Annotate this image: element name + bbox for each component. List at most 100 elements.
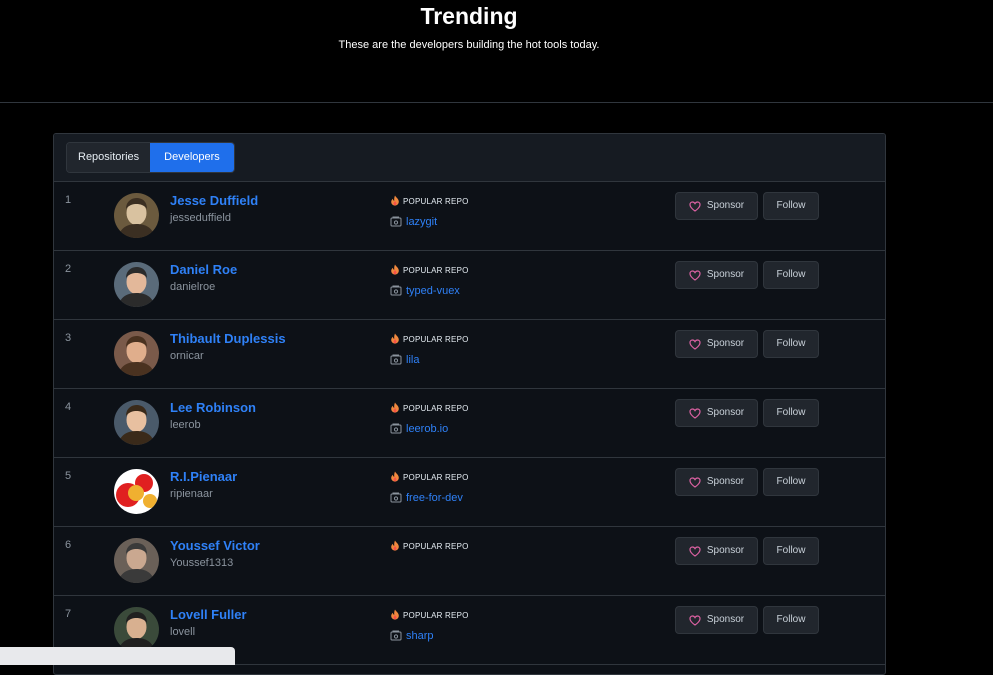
page-subtitle: These are the developers building the ho…	[338, 39, 600, 51]
repo-icon	[390, 354, 402, 365]
heart-icon	[689, 269, 701, 281]
repo-link[interactable]: free-for-dev	[390, 492, 463, 504]
box-header: Repositories Developers	[54, 134, 885, 182]
popular-repo-text: POPULAR REPO	[403, 404, 469, 413]
sponsor-button[interactable]: Sponsor	[675, 192, 758, 220]
follow-button[interactable]: Follow	[763, 606, 819, 634]
developer-login: jesseduffield	[170, 212, 231, 224]
sponsor-button[interactable]: Sponsor	[675, 399, 758, 427]
avatar[interactable]	[114, 400, 159, 445]
follow-button[interactable]: Follow	[763, 468, 819, 496]
trending-box: Repositories Developers 1 Jesse Duffield…	[53, 133, 886, 675]
avatar[interactable]	[114, 469, 159, 514]
follow-label: Follow	[776, 338, 806, 349]
developer-list: 1 Jesse Duffield jesseduffield POPULAR R…	[54, 182, 885, 665]
repo-icon	[390, 492, 402, 503]
follow-label: Follow	[776, 545, 806, 556]
fire-icon	[390, 402, 400, 415]
developer-row: 3 Thibault Duplessis ornicar POPULAR REP…	[54, 320, 885, 389]
popular-repo-text: POPULAR REPO	[403, 266, 469, 275]
popular-repo-label: POPULAR REPO	[390, 264, 469, 277]
heart-icon	[689, 407, 701, 419]
sponsor-button[interactable]: Sponsor	[675, 537, 758, 565]
popular-repo-text: POPULAR REPO	[403, 335, 469, 344]
rank-number: 1	[65, 194, 72, 206]
popular-repo-text: POPULAR REPO	[403, 611, 469, 620]
heart-icon	[689, 200, 701, 212]
sponsor-label: Sponsor	[706, 407, 745, 418]
tab-repositories[interactable]: Repositories	[67, 143, 151, 172]
developer-name-link[interactable]: Youssef Victor	[170, 538, 260, 553]
sponsor-label: Sponsor	[706, 476, 745, 487]
popular-repo-label: POPULAR REPO	[390, 402, 469, 415]
sponsor-button[interactable]: Sponsor	[675, 330, 758, 358]
popular-repo-label: POPULAR REPO	[390, 540, 469, 553]
popular-repo-text: POPULAR REPO	[403, 542, 469, 551]
developer-name-link[interactable]: Thibault Duplessis	[170, 331, 286, 346]
bottom-overlay-bar	[0, 647, 235, 665]
fire-icon	[390, 609, 400, 622]
rank-number: 2	[65, 263, 72, 275]
popular-repo-label: POPULAR REPO	[390, 609, 469, 622]
repo-link[interactable]: leerob.io	[390, 423, 448, 435]
follow-label: Follow	[776, 200, 806, 211]
developer-row: 1 Jesse Duffield jesseduffield POPULAR R…	[54, 182, 885, 251]
follow-button[interactable]: Follow	[763, 330, 819, 358]
rank-number: 3	[65, 332, 72, 344]
avatar[interactable]	[114, 538, 159, 583]
follow-button[interactable]: Follow	[763, 399, 819, 427]
developer-login: ripienaar	[170, 488, 213, 500]
repo-icon	[390, 285, 402, 296]
popular-repo-label: POPULAR REPO	[390, 333, 469, 346]
repo-link[interactable]: lila	[390, 354, 419, 366]
rank-number: 6	[65, 539, 72, 551]
sponsor-button[interactable]: Sponsor	[675, 468, 758, 496]
follow-label: Follow	[776, 614, 806, 625]
repo-icon	[390, 630, 402, 641]
developer-login: ornicar	[170, 350, 204, 362]
heart-icon	[689, 476, 701, 488]
sponsor-label: Sponsor	[706, 545, 745, 556]
repo-name: lila	[406, 354, 420, 366]
developer-row: 5 R.I.Pienaar ripienaar POPULAR REPO fre…	[54, 458, 885, 527]
avatar[interactable]	[114, 331, 159, 376]
follow-button[interactable]: Follow	[763, 192, 819, 220]
developer-name-link[interactable]: Jesse Duffield	[170, 193, 258, 208]
tab-group: Repositories Developers	[66, 142, 235, 173]
sponsor-button[interactable]: Sponsor	[675, 606, 758, 634]
developer-login: lovell	[170, 626, 196, 638]
fire-icon	[390, 471, 400, 484]
rank-number: 7	[65, 608, 72, 620]
popular-repo-text: POPULAR REPO	[403, 473, 469, 482]
repo-link[interactable]: typed-vuex	[390, 285, 460, 297]
developer-login: danielroe	[170, 281, 216, 293]
sponsor-label: Sponsor	[706, 269, 745, 280]
repo-link[interactable]: sharp	[390, 630, 434, 642]
repo-name: lazygit	[406, 216, 438, 228]
repo-name: sharp	[406, 630, 434, 642]
developer-login: Youssef1313	[170, 557, 234, 569]
heart-icon	[689, 614, 701, 626]
sponsor-label: Sponsor	[706, 338, 745, 349]
developer-name-link[interactable]: R.I.Pienaar	[170, 469, 237, 484]
follow-label: Follow	[776, 269, 806, 280]
follow-button[interactable]: Follow	[763, 537, 819, 565]
sponsor-label: Sponsor	[706, 614, 745, 625]
developer-row: 4 Lee Robinson leerob POPULAR REPO leero…	[54, 389, 885, 458]
repo-link[interactable]: lazygit	[390, 216, 437, 228]
developer-name-link[interactable]: Lee Robinson	[170, 400, 256, 415]
developer-row: 6 Youssef Victor Youssef1313 POPULAR REP…	[54, 527, 885, 596]
repo-icon	[390, 216, 402, 227]
developer-name-link[interactable]: Daniel Roe	[170, 262, 237, 277]
tab-developers[interactable]: Developers	[150, 143, 234, 172]
follow-button[interactable]: Follow	[763, 261, 819, 289]
avatar[interactable]	[114, 262, 159, 307]
follow-label: Follow	[776, 476, 806, 487]
follow-label: Follow	[776, 407, 806, 418]
developer-name-link[interactable]: Lovell Fuller	[170, 607, 247, 622]
sponsor-button[interactable]: Sponsor	[675, 261, 758, 289]
avatar[interactable]	[114, 607, 159, 652]
avatar[interactable]	[114, 193, 159, 238]
popular-repo-label: POPULAR REPO	[390, 195, 469, 208]
repo-name: free-for-dev	[406, 492, 463, 504]
